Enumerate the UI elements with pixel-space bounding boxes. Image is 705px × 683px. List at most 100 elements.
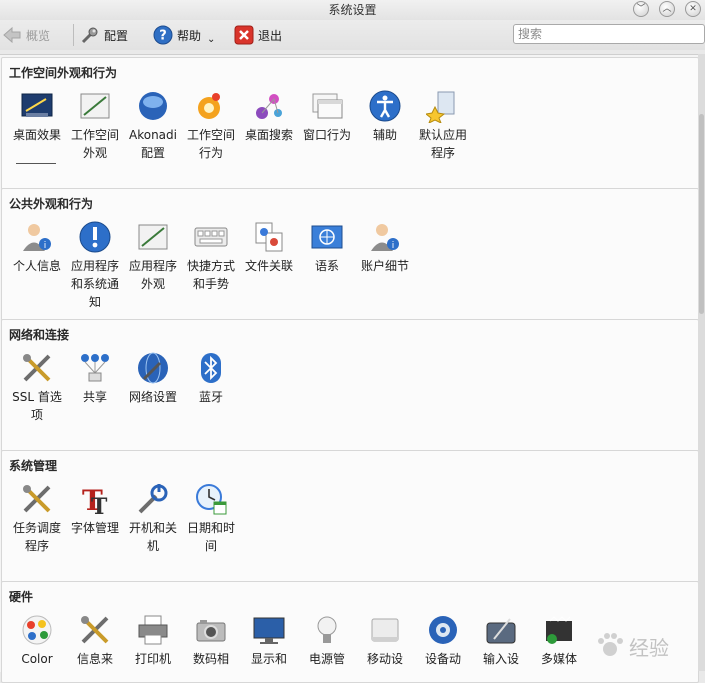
item-printer[interactable]: 打印机 xyxy=(124,613,182,668)
search-input[interactable] xyxy=(513,24,705,44)
item-window-behavior[interactable]: 窗口行为 xyxy=(298,89,356,144)
date-time-icon xyxy=(196,484,227,515)
vertical-scrollbar[interactable] xyxy=(698,54,705,671)
item-label: 电源管 xyxy=(308,652,345,666)
svg-text:T: T xyxy=(91,494,108,516)
item-bluetooth[interactable]: 蓝牙 xyxy=(182,351,240,406)
toolbar: 概览 配置 ? 帮助 ⌄ 退出 xyxy=(0,20,705,50)
section-title: 系统管理 xyxy=(9,459,58,473)
item-label: 开机和关机 xyxy=(128,521,177,553)
workspace-behavior-icon xyxy=(198,93,220,119)
item-task-scheduler[interactable]: 任务调度程序 xyxy=(8,482,66,555)
item-label: 设备动 xyxy=(424,652,461,666)
desktop-search-icon xyxy=(256,94,282,119)
item-accessibility[interactable]: 辅助 xyxy=(356,89,414,144)
configure-button[interactable]: 配置 xyxy=(80,25,128,45)
section-common-appearance: 公共外观和行为 i 个人信息 应用程序和系统通知 应用程序外观 快捷方式和手势 … xyxy=(1,188,699,321)
help-icon: ? xyxy=(153,25,173,45)
item-file-associations[interactable]: 文件关联 xyxy=(240,220,298,275)
item-multimedia[interactable]: 多媒体 xyxy=(530,613,588,668)
title-bar: 系统设置 ﹀ ︿ ✕ xyxy=(0,0,705,20)
svg-text:i: i xyxy=(44,241,47,251)
item-label: 工作空间行为 xyxy=(186,128,235,160)
window-buttons: ﹀ ︿ ✕ xyxy=(633,1,701,17)
item-label: 字体管理 xyxy=(70,521,119,535)
item-locale[interactable]: 语系 xyxy=(298,220,356,275)
back-arrow-icon xyxy=(3,26,21,44)
item-label: 辅助 xyxy=(372,128,397,142)
item-label: 打印机 xyxy=(134,652,171,666)
window-behavior-icon xyxy=(312,93,343,119)
personal-info-icon: i xyxy=(23,224,51,251)
startup-shutdown-icon xyxy=(138,484,168,514)
akonadi-icon xyxy=(139,92,167,120)
accessibility-icon xyxy=(369,90,401,122)
toolbar-separator xyxy=(73,24,74,46)
paw-logo-icon xyxy=(598,633,623,656)
maximize-button[interactable]: ︿ xyxy=(659,1,675,17)
item-personal-info[interactable]: i 个人信息 xyxy=(8,220,66,275)
section-title: 公共外观和行为 xyxy=(9,197,94,211)
item-app-appearance[interactable]: 应用程序外观 xyxy=(124,220,182,293)
bluetooth-icon xyxy=(201,353,221,383)
item-label: SSL 首选项 xyxy=(12,390,62,422)
svg-text:?: ? xyxy=(159,29,167,44)
item-label: 个人信息 xyxy=(12,259,61,273)
power-management-icon xyxy=(317,616,337,643)
item-network-settings[interactable]: 网络设置 xyxy=(124,351,182,406)
quit-button[interactable]: 退出 xyxy=(234,25,282,45)
notifications-icon xyxy=(79,221,111,253)
item-account-details[interactable]: i 账户细节 xyxy=(356,220,414,275)
device-actions-icon xyxy=(429,616,457,644)
item-label: Akonadi配置 xyxy=(129,128,177,160)
back-button[interactable]: 概览 xyxy=(2,25,50,45)
item-default-apps[interactable]: 默认应用程序 xyxy=(414,89,472,162)
item-label: 多媒体 xyxy=(540,652,577,666)
item-notifications[interactable]: 应用程序和系统通知 xyxy=(66,220,124,311)
watermark-text: 经验 xyxy=(629,635,669,660)
item-desktop-search[interactable]: 桌面搜索 xyxy=(240,89,298,144)
item-removable-devices[interactable]: 移动设 xyxy=(356,613,414,668)
app-appearance-icon xyxy=(138,224,168,250)
item-info-sources[interactable]: 信息来 xyxy=(66,613,124,668)
scrollbar-thumb[interactable] xyxy=(699,114,704,314)
configure-label: 配置 xyxy=(104,28,129,43)
shortcuts-icon xyxy=(194,227,228,247)
section-title: 硬件 xyxy=(9,590,34,604)
item-akonadi[interactable]: Akonadi配置 xyxy=(124,89,182,162)
section-title: 网络和连接 xyxy=(9,328,70,342)
item-camera[interactable]: 数码相 xyxy=(182,613,240,668)
item-label: 共享 xyxy=(82,390,107,404)
help-button[interactable]: ? 帮助 ⌄ xyxy=(153,25,215,45)
close-button[interactable]: ✕ xyxy=(685,1,701,17)
item-device-actions[interactable]: 设备动 xyxy=(414,613,472,668)
item-label: 账户细节 xyxy=(360,259,409,273)
wrench-icon xyxy=(81,27,98,44)
item-sharing[interactable]: 共享 xyxy=(66,351,124,406)
item-display[interactable]: 显示和 xyxy=(240,613,298,668)
item-workspace-behavior[interactable]: 工作空间行为 xyxy=(182,89,240,162)
item-label: 显示和 xyxy=(250,652,287,666)
item-workspace-appearance[interactable]: 工作空间外观 xyxy=(66,89,124,162)
font-manager-icon: T T xyxy=(82,484,108,516)
item-input-devices[interactable]: 输入设 xyxy=(472,613,530,668)
item-shortcuts[interactable]: 快捷方式和手势 xyxy=(182,220,240,293)
item-label: 信息来 xyxy=(76,652,113,666)
section-title: 工作空间外观和行为 xyxy=(9,66,118,80)
minimize-button[interactable]: ﹀ xyxy=(633,1,649,17)
item-label: 窗口行为 xyxy=(302,128,351,142)
item-label: 语系 xyxy=(314,259,339,273)
item-color[interactable]: Color xyxy=(8,613,66,668)
item-label: 桌面效果 xyxy=(12,128,61,142)
item-power-management[interactable]: 电源管 xyxy=(298,613,356,668)
chevron-down-icon[interactable]: ⌄ xyxy=(207,34,215,45)
task-scheduler-icon xyxy=(23,485,51,513)
item-label: Color xyxy=(21,652,53,666)
item-desktop-effects[interactable]: 桌面效果 xyxy=(8,89,66,144)
window-title: 系统设置 xyxy=(328,3,377,17)
item-ssl[interactable]: SSL 首选项 xyxy=(8,351,66,424)
item-startup-shutdown[interactable]: 开机和关机 xyxy=(124,482,182,555)
item-date-time[interactable]: 日期和时间 xyxy=(182,482,240,555)
watermark: 经验 xyxy=(595,631,669,661)
item-font-manager[interactable]: T T 字体管理 xyxy=(66,482,124,537)
